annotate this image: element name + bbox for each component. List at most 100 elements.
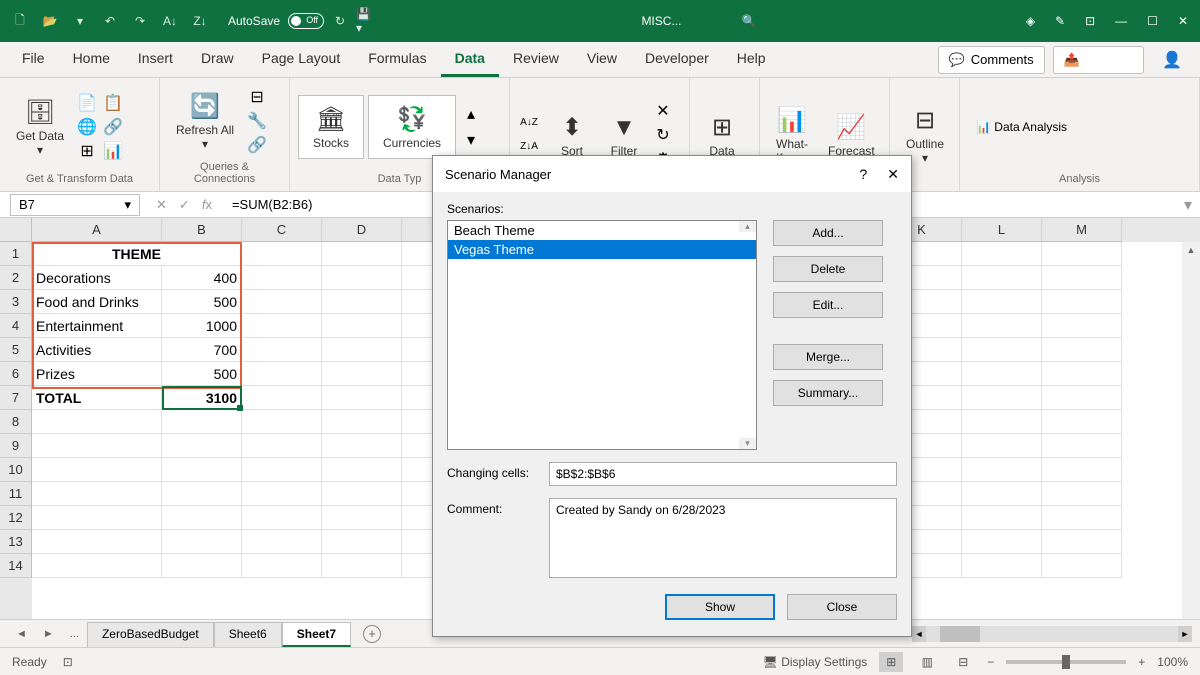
scroll-up-icon[interactable]: ▴	[460, 103, 482, 125]
cell[interactable]	[322, 410, 402, 434]
cell[interactable]	[162, 458, 242, 482]
col-header[interactable]: D	[322, 218, 402, 242]
maximize-icon[interactable]: ☐	[1147, 14, 1158, 28]
cell[interactable]	[962, 506, 1042, 530]
cell[interactable]	[162, 410, 242, 434]
cell[interactable]	[162, 530, 242, 554]
row-header[interactable]: 11	[0, 482, 32, 506]
cell[interactable]	[962, 458, 1042, 482]
row-header[interactable]: 9	[0, 434, 32, 458]
cell[interactable]	[322, 482, 402, 506]
vertical-scrollbar[interactable]: ▲	[1182, 242, 1200, 619]
from-text-icon[interactable]: 📄	[76, 92, 98, 114]
col-header[interactable]: M	[1042, 218, 1122, 242]
cell[interactable]: Decorations	[32, 266, 162, 290]
cell[interactable]	[322, 338, 402, 362]
cell[interactable]	[242, 338, 322, 362]
add-sheet-button[interactable]: +	[363, 625, 381, 643]
minimize-icon[interactable]: —	[1115, 14, 1127, 28]
comments-button[interactable]: 💬 Comments	[938, 46, 1045, 74]
chevron-down-icon[interactable]: ▾	[72, 13, 88, 29]
tab-data[interactable]: Data	[441, 42, 499, 77]
reapply-icon[interactable]: ↻	[652, 124, 674, 146]
close-dialog-icon[interactable]: ✕	[887, 166, 899, 183]
sort-az-icon[interactable]: A↓Z	[518, 112, 540, 134]
cell[interactable]	[242, 386, 322, 410]
cell[interactable]	[32, 434, 162, 458]
currencies-button[interactable]: 💱Currencies	[368, 95, 456, 159]
select-all-corner[interactable]	[0, 218, 32, 242]
cell[interactable]	[32, 506, 162, 530]
sheet-nav-prev[interactable]: ◄	[8, 628, 35, 640]
data-source-icon[interactable]: 📊	[102, 140, 124, 162]
cell[interactable]: Food and Drinks	[32, 290, 162, 314]
cell[interactable]	[322, 362, 402, 386]
ribbon-mode-icon[interactable]: ⊡	[1085, 14, 1095, 28]
normal-view-icon[interactable]: ⊞	[879, 652, 903, 672]
delete-scenario-button[interactable]: Delete	[773, 256, 883, 282]
cell[interactable]: Prizes	[32, 362, 162, 386]
cell[interactable]	[322, 434, 402, 458]
from-table-icon[interactable]: ⊞	[76, 140, 98, 162]
cell[interactable]	[962, 434, 1042, 458]
zoom-slider[interactable]	[1006, 660, 1126, 664]
cell[interactable]	[1042, 434, 1122, 458]
cell[interactable]: 500	[162, 290, 242, 314]
help-icon[interactable]: ?	[859, 166, 867, 183]
cell[interactable]	[32, 410, 162, 434]
cancel-formula-icon[interactable]: ✕	[156, 197, 167, 213]
tab-review[interactable]: Review	[499, 42, 573, 77]
sync-icon[interactable]: ↻	[332, 13, 348, 29]
row-header[interactable]: 2	[0, 266, 32, 290]
cell[interactable]	[1042, 338, 1122, 362]
zoom-in-button[interactable]: +	[1138, 655, 1145, 669]
tab-formulas[interactable]: Formulas	[354, 42, 440, 77]
cell[interactable]	[962, 386, 1042, 410]
cell[interactable]: 1000	[162, 314, 242, 338]
cell[interactable]	[242, 242, 322, 266]
row-header[interactable]: 12	[0, 506, 32, 530]
open-file-icon[interactable]: 📂	[42, 13, 58, 29]
cell[interactable]	[1042, 266, 1122, 290]
add-scenario-button[interactable]: Add...	[773, 220, 883, 246]
sheet-tab-sheet7[interactable]: Sheet7	[282, 622, 351, 647]
cell[interactable]: 500	[162, 362, 242, 386]
sheet-more[interactable]: ...	[62, 628, 87, 640]
cell[interactable]	[962, 314, 1042, 338]
cell[interactable]	[242, 314, 322, 338]
tab-draw[interactable]: Draw	[187, 42, 248, 77]
cell[interactable]	[242, 482, 322, 506]
cell[interactable]	[242, 290, 322, 314]
queries-icon[interactable]: ⊟	[246, 86, 268, 108]
cell[interactable]	[242, 434, 322, 458]
scenarios-listbox[interactable]: Beach ThemeVegas Theme ▴ ▾	[447, 220, 757, 450]
cell[interactable]	[962, 338, 1042, 362]
sort-button[interactable]: ⬍Sort	[548, 108, 596, 162]
row-header[interactable]: 14	[0, 554, 32, 578]
cell[interactable]	[162, 482, 242, 506]
cell[interactable]	[322, 386, 402, 410]
zoom-level[interactable]: 100%	[1157, 655, 1188, 669]
show-button[interactable]: Show	[665, 594, 775, 620]
row-header[interactable]: 3	[0, 290, 32, 314]
cell[interactable]	[32, 554, 162, 578]
scenario-item[interactable]: Vegas Theme	[448, 240, 756, 259]
col-header[interactable]: B	[162, 218, 242, 242]
cell[interactable]	[32, 530, 162, 554]
tab-page-layout[interactable]: Page Layout	[248, 42, 355, 77]
cell[interactable]	[322, 554, 402, 578]
close-button[interactable]: Close	[787, 594, 897, 620]
col-header[interactable]: L	[962, 218, 1042, 242]
tab-insert[interactable]: Insert	[124, 42, 187, 77]
scenario-item[interactable]: Beach Theme	[448, 221, 756, 240]
from-web-icon[interactable]: 🌐	[76, 116, 98, 138]
summary-scenario-button[interactable]: Summary...	[773, 380, 883, 406]
tab-developer[interactable]: Developer	[631, 42, 723, 77]
cell[interactable]	[962, 362, 1042, 386]
cell[interactable]	[962, 530, 1042, 554]
sheet-nav-next[interactable]: ►	[35, 628, 62, 640]
cell[interactable]	[962, 482, 1042, 506]
row-header[interactable]: 1	[0, 242, 32, 266]
cell[interactable]: 3100	[162, 386, 242, 410]
cell[interactable]	[242, 530, 322, 554]
